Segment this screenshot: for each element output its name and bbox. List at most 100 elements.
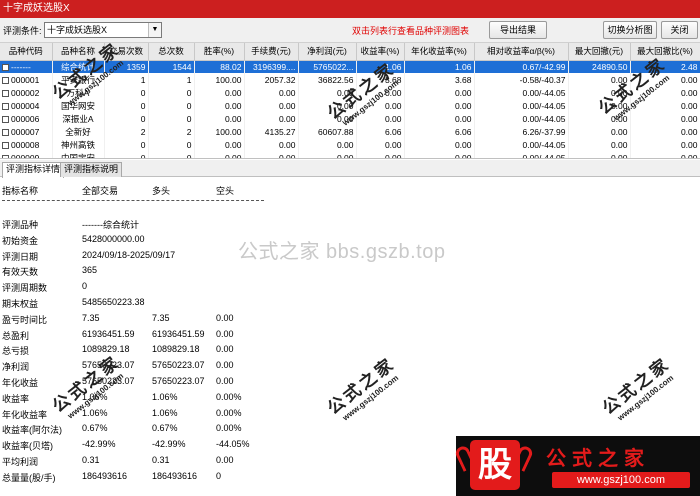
detail-header-all: 全部交易 bbox=[82, 186, 119, 196]
table-cell: 0.00 bbox=[568, 138, 631, 151]
column-header[interactable]: 品种代码 bbox=[0, 43, 53, 61]
detail-all: 365 bbox=[82, 265, 98, 276]
table-cell: 3196399.... bbox=[244, 60, 299, 73]
cell-code-text: 000002 bbox=[11, 87, 40, 98]
detail-long: -42.99% bbox=[152, 439, 186, 450]
detail-name: 评测品种 bbox=[2, 220, 39, 230]
table-cell: 0 bbox=[148, 99, 195, 112]
column-header[interactable]: 年化收益率(%) bbox=[404, 43, 475, 61]
detail-long: 1089829.18 bbox=[152, 344, 200, 355]
cell-code-text: 000001 bbox=[11, 74, 40, 85]
column-header[interactable]: 总次数 bbox=[148, 43, 195, 61]
detail-all: -------综合统计 bbox=[82, 220, 139, 230]
table-cell: 100.00 bbox=[194, 125, 245, 138]
detail-name: 总量量(股/手) bbox=[2, 472, 56, 483]
divider bbox=[2, 200, 264, 201]
column-header[interactable]: 净利润(元) bbox=[298, 43, 357, 61]
table-cell: 0.00/-44.05 bbox=[474, 112, 569, 125]
detail-all: 2024/09/18-2025/09/17 bbox=[82, 249, 176, 260]
column-header[interactable]: 相对收益率α/β(%) bbox=[474, 43, 569, 61]
hint-text: 双击列表行查看品种评测图表 bbox=[352, 26, 470, 36]
site-banner: 股 公式之家 www.gszj100.com bbox=[453, 436, 700, 496]
table-cell: 1544 bbox=[148, 60, 195, 73]
column-header[interactable]: 最大回撤(元) bbox=[568, 43, 631, 61]
table-row[interactable]: 000008 神州高铁 0 0 0.00 0.00 0.00 0.00 0.00 0.00/-44… bbox=[0, 138, 700, 151]
row-checkbox[interactable] bbox=[2, 141, 9, 149]
detail-name: 收益率(阿尔法) bbox=[2, 425, 62, 436]
detail-name: 盈亏时间比 bbox=[2, 314, 48, 325]
cell-code: 000009 bbox=[0, 151, 53, 159]
row-checkbox[interactable] bbox=[2, 154, 9, 158]
column-header[interactable]: 最大回撤比(%) bbox=[630, 43, 700, 61]
table-cell: 0.00 bbox=[356, 138, 405, 151]
detail-long: 7.35 bbox=[152, 312, 170, 323]
table-cell: 0.00/-44.05 bbox=[474, 99, 569, 112]
table-cell: 0.00 bbox=[404, 151, 475, 158]
table-cell: 0 bbox=[148, 86, 195, 99]
column-header[interactable]: 手续费(元) bbox=[244, 43, 299, 61]
detail-name: 有效天数 bbox=[2, 267, 39, 278]
table-cell: 0.00 bbox=[298, 151, 357, 158]
table-cell: 0.00 bbox=[194, 138, 245, 151]
tab-indicator-details[interactable]: 评测指标详情 bbox=[2, 162, 65, 178]
banner-title: 公式之家 bbox=[546, 446, 650, 470]
detail-name: 总亏损 bbox=[2, 346, 30, 357]
detail-all: 0 bbox=[82, 281, 88, 292]
detail-short: 0.00 bbox=[216, 312, 234, 323]
export-button[interactable]: 导出结果 bbox=[489, 21, 547, 39]
detail-name: 评测周期数 bbox=[2, 283, 48, 294]
row-checkbox[interactable] bbox=[2, 76, 9, 84]
detail-all: 0.67% bbox=[82, 423, 108, 434]
table-row[interactable]: 000009 中国宝安 0 0 0.00 0.00 0.00 0.00 0.00 0.00/-44… bbox=[0, 151, 700, 159]
table-cell: 0.00 bbox=[356, 151, 405, 158]
detail-header-short: 空头 bbox=[216, 186, 235, 196]
detail-all: -42.99% bbox=[82, 439, 116, 450]
row-checkbox[interactable] bbox=[2, 115, 9, 123]
table-cell: 0.00 bbox=[194, 86, 245, 99]
close-button[interactable]: 关闭 bbox=[661, 21, 698, 39]
detail-short: 0.00 bbox=[216, 328, 234, 339]
table-cell: 6.06 bbox=[404, 125, 475, 138]
table-cell: 0.00 bbox=[244, 112, 299, 125]
table-cell: 0.00 bbox=[244, 138, 299, 151]
tab-indicator-description[interactable]: 评测指标说明 bbox=[60, 162, 123, 177]
row-checkbox[interactable] bbox=[2, 89, 9, 97]
cell-code-text: 000006 bbox=[11, 113, 40, 124]
detail-all: 0.31 bbox=[82, 455, 100, 465]
cell-code-text: 000009 bbox=[11, 152, 40, 159]
chevron-down-icon[interactable]: ▼ bbox=[148, 23, 161, 37]
detail-name: 平均利润 bbox=[2, 457, 39, 467]
table-cell: 100.00 bbox=[194, 73, 245, 86]
cell-code: 000004 bbox=[0, 99, 53, 112]
table-cell: 0.00/-44.05 bbox=[474, 86, 569, 99]
table-cell: 0.00 bbox=[630, 125, 700, 138]
table-cell: 0.00 bbox=[194, 112, 245, 125]
table-cell: 0.00/-44.05 bbox=[474, 138, 569, 151]
table-cell: 2 bbox=[104, 125, 149, 138]
table-cell: 0 bbox=[104, 112, 149, 125]
switch-chart-button[interactable]: 切换分析图 bbox=[603, 21, 657, 39]
condition-select[interactable]: 十字成妖选股X ▼ bbox=[44, 22, 162, 38]
detail-long: 57650223.07 bbox=[152, 360, 205, 371]
table-cell: 0 bbox=[148, 112, 195, 125]
cell-code-text: 000007 bbox=[11, 126, 40, 137]
detail-name: 净利润 bbox=[2, 362, 30, 373]
condition-select-value: 十字成妖选股X bbox=[47, 25, 108, 35]
detail-name: 年化收益率 bbox=[2, 409, 48, 420]
detail-name: 年化收益 bbox=[2, 378, 39, 388]
detail-all: 7.35 bbox=[82, 312, 100, 323]
table-cell: 0.00 bbox=[404, 99, 475, 112]
row-checkbox[interactable] bbox=[2, 63, 9, 71]
table-cell: 88.02 bbox=[194, 60, 245, 73]
table-cell: 0.00 bbox=[194, 151, 245, 158]
table-cell: -0.58/-40.37 bbox=[474, 73, 569, 86]
row-checkbox[interactable] bbox=[2, 128, 9, 136]
column-header[interactable]: 胜率(%) bbox=[194, 43, 245, 61]
table-cell: 6.26/-37.99 bbox=[474, 125, 569, 138]
table-cell: 0.00/-44.05 bbox=[474, 151, 569, 158]
detail-short: 0.00% bbox=[216, 407, 242, 418]
table-cell: 0.00 bbox=[194, 99, 245, 112]
cell-code: 000006 bbox=[0, 112, 53, 125]
row-checkbox[interactable] bbox=[2, 102, 9, 110]
detail-short: 0.00% bbox=[216, 391, 242, 402]
